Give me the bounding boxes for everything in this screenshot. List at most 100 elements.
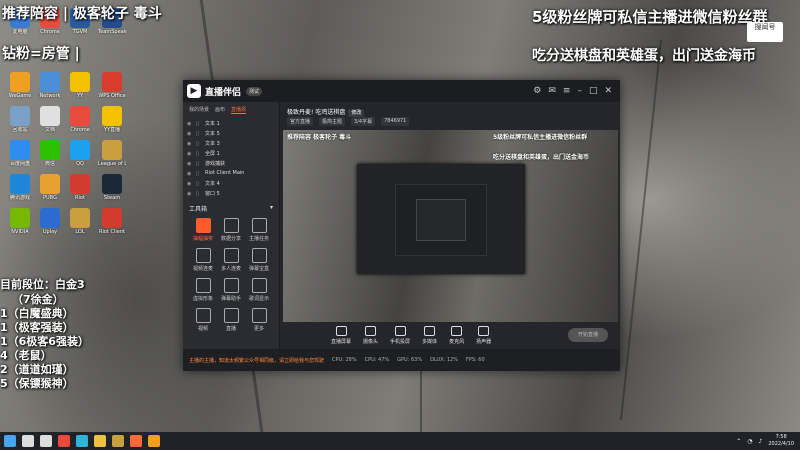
- visibility-eye-icon[interactable]: ◉: [187, 181, 193, 187]
- scene-item[interactable]: ◉ ▯ 文本 3: [183, 138, 279, 148]
- tool-button[interactable]: 虚拟形象: [189, 278, 217, 302]
- desktop-icon[interactable]: 微信: [36, 140, 64, 167]
- lock-icon[interactable]: ▯: [196, 161, 202, 167]
- desktop-icon[interactable]: Chrome: [66, 106, 94, 133]
- desktop-icon[interactable]: WPS Office: [98, 72, 126, 99]
- message-icon[interactable]: ✉: [548, 86, 556, 96]
- lock-icon[interactable]: ▯: [196, 171, 202, 177]
- streaming-app-window[interactable]: ▶ 直播伴侣 测试 ⚙ ✉ ≡ – □ ✕ 我的场景 画布 直播源 ◉ ▯ 文本 1 ◉ ▯…: [183, 80, 620, 371]
- desktop-icon[interactable]: QQ: [66, 140, 94, 167]
- clock[interactable]: 7:58 2022/4/10: [768, 434, 794, 448]
- taskbar-app-icon[interactable]: Chrome: [58, 435, 70, 447]
- volume-icon[interactable]: ♪: [759, 438, 763, 445]
- start-stream-button[interactable]: 开始直播: [568, 328, 608, 342]
- room-meta-chip[interactable]: 3/4字幕: [351, 117, 376, 126]
- speaker-button[interactable]: 扬声器: [476, 326, 491, 345]
- tool-button[interactable]: 弹幕助手: [217, 278, 245, 302]
- scene-item[interactable]: ◉ ▯ 文本 4: [183, 178, 279, 188]
- network-icon[interactable]: ◔: [747, 438, 752, 445]
- scene-item[interactable]: ◉ ▯ 文本 5: [183, 128, 279, 138]
- taskbar-app-icon[interactable]: 文件夹: [94, 435, 106, 447]
- taskbar-app-icon[interactable]: LoL: [112, 435, 124, 447]
- desktop-icon[interactable]: YY直播: [98, 106, 126, 133]
- desktop-icon[interactable]: Uplay: [36, 208, 64, 235]
- desktop-icon[interactable]: YY: [66, 72, 94, 99]
- desktop-icon[interactable]: 腾讯游戏: [6, 174, 34, 201]
- tool-button[interactable]: 更多: [245, 308, 273, 332]
- scene-item[interactable]: ◉ ▯ 文本 1: [183, 118, 279, 128]
- multimedia-button[interactable]: 多媒体: [422, 326, 437, 345]
- visibility-eye-icon[interactable]: ◉: [187, 151, 193, 157]
- desktop-icon[interactable]: Network: [36, 72, 64, 99]
- lock-icon[interactable]: ▯: [196, 151, 202, 157]
- tools-collapse-icon[interactable]: ▾: [270, 204, 273, 213]
- lock-icon[interactable]: ▯: [196, 121, 202, 127]
- lock-icon[interactable]: ▯: [196, 191, 202, 197]
- room-meta-chip[interactable]: 极简主题: [319, 117, 346, 126]
- tool-button[interactable]: 数据分享: [217, 218, 245, 242]
- desktop-icon[interactable]: PUBG: [36, 174, 64, 201]
- app-titlebar[interactable]: ▶ 直播伴侣 测试 ⚙ ✉ ≡ – □ ✕: [183, 80, 620, 102]
- desktop-icon[interactable]: Steam: [98, 174, 126, 201]
- tool-button[interactable]: 视频: [189, 308, 217, 332]
- taskbar-app-icon[interactable]: 直播伴侣: [130, 435, 142, 447]
- panel-tab[interactable]: 我的场景: [189, 106, 209, 114]
- desktop-icon[interactable]: 百度网盘: [6, 140, 34, 167]
- menu-icon[interactable]: ≡: [563, 86, 571, 96]
- app-icon: [40, 174, 60, 194]
- room-meta-chip[interactable]: 官方直播: [287, 117, 314, 126]
- microphone-button[interactable]: 麦克风: [449, 326, 464, 345]
- visibility-eye-icon[interactable]: ◉: [187, 161, 193, 167]
- close-icon[interactable]: ✕: [604, 86, 612, 96]
- screen-capture-button[interactable]: 直播屏幕: [331, 326, 351, 345]
- desktop-icon-label: Chrome: [40, 29, 60, 35]
- tool-button[interactable]: 多人连麦: [217, 248, 245, 272]
- status-metric: DLUX: 12%: [430, 357, 458, 363]
- visibility-eye-icon[interactable]: ◉: [187, 141, 193, 147]
- settings-icon[interactable]: ⚙: [533, 86, 541, 96]
- lock-icon[interactable]: ▯: [196, 131, 202, 137]
- visibility-eye-icon[interactable]: ◉: [187, 121, 193, 127]
- scene-item[interactable]: ◉ ▯ 游戏捕获: [183, 158, 279, 168]
- tool-button[interactable]: 直播: [217, 308, 245, 332]
- scene-item[interactable]: ◉ ▯ Riot Client Main: [183, 168, 279, 178]
- taskbar-app-icon[interactable]: 搜索: [22, 435, 34, 447]
- tool-button[interactable]: 歌词显示: [245, 278, 273, 302]
- phone-cast-button[interactable]: 手机投屏: [390, 326, 410, 345]
- tool-button[interactable]: 抽幅抽奖: [189, 218, 217, 242]
- scene-item[interactable]: ◉ ▯ 窗口 5: [183, 188, 279, 198]
- lock-icon[interactable]: ▯: [196, 141, 202, 147]
- taskbar-app-icon[interactable]: Edge: [76, 435, 88, 447]
- tool-button[interactable]: 弹幕宝盒: [245, 248, 273, 272]
- desktop-icon[interactable]: Riot: [66, 174, 94, 201]
- desktop-icon[interactable]: WeGame: [6, 72, 34, 99]
- tool-button[interactable]: 视频连麦: [189, 248, 217, 272]
- visibility-eye-icon[interactable]: ◉: [187, 171, 193, 177]
- tool-label: 虚拟形象: [192, 296, 213, 302]
- desktop-icon[interactable]: LOL: [66, 208, 94, 235]
- edit-room-button[interactable]: 修改: [348, 109, 365, 117]
- scene-item[interactable]: ◉ ▯ 全屏 1: [183, 148, 279, 158]
- taskbar-app-icon[interactable]: 开始: [4, 435, 16, 447]
- desktop-icon-label: 微信: [44, 161, 55, 167]
- desktop-icon[interactable]: League of Legends: [98, 140, 126, 167]
- minimize-icon[interactable]: –: [577, 86, 582, 96]
- desktop-icon[interactable]: NVIDIA: [6, 208, 34, 235]
- tray-up-icon[interactable]: ⌃: [736, 438, 741, 445]
- room-meta-chip[interactable]: 7846971: [381, 117, 410, 126]
- desktop-icon[interactable]: 回收站: [6, 106, 34, 133]
- visibility-eye-icon[interactable]: ◉: [187, 131, 193, 137]
- panel-tab[interactable]: 画布: [215, 106, 225, 114]
- tool-button[interactable]: 主播任务: [245, 218, 273, 242]
- taskbar-app-icon[interactable]: WeGame: [148, 435, 160, 447]
- scene-list: ◉ ▯ 文本 1 ◉ ▯ 文本 5 ◉ ▯ 文本 3 ◉ ▯ 全屏 1 ◉ ▯ 游戏捕获 ◉ ▯ Riot Cli…: [183, 118, 279, 198]
- control-label: 手机投屏: [390, 339, 411, 345]
- visibility-eye-icon[interactable]: ◉: [187, 191, 193, 197]
- desktop-icon[interactable]: Riot Client: [98, 208, 126, 235]
- taskbar-app-icon[interactable]: 任务视图: [40, 435, 52, 447]
- maximize-icon[interactable]: □: [589, 86, 598, 96]
- camera-button[interactable]: 摄像头: [363, 326, 378, 345]
- desktop-icon[interactable]: 文档: [36, 106, 64, 133]
- lock-icon[interactable]: ▯: [196, 181, 202, 187]
- panel-tab[interactable]: 直播源: [231, 106, 247, 114]
